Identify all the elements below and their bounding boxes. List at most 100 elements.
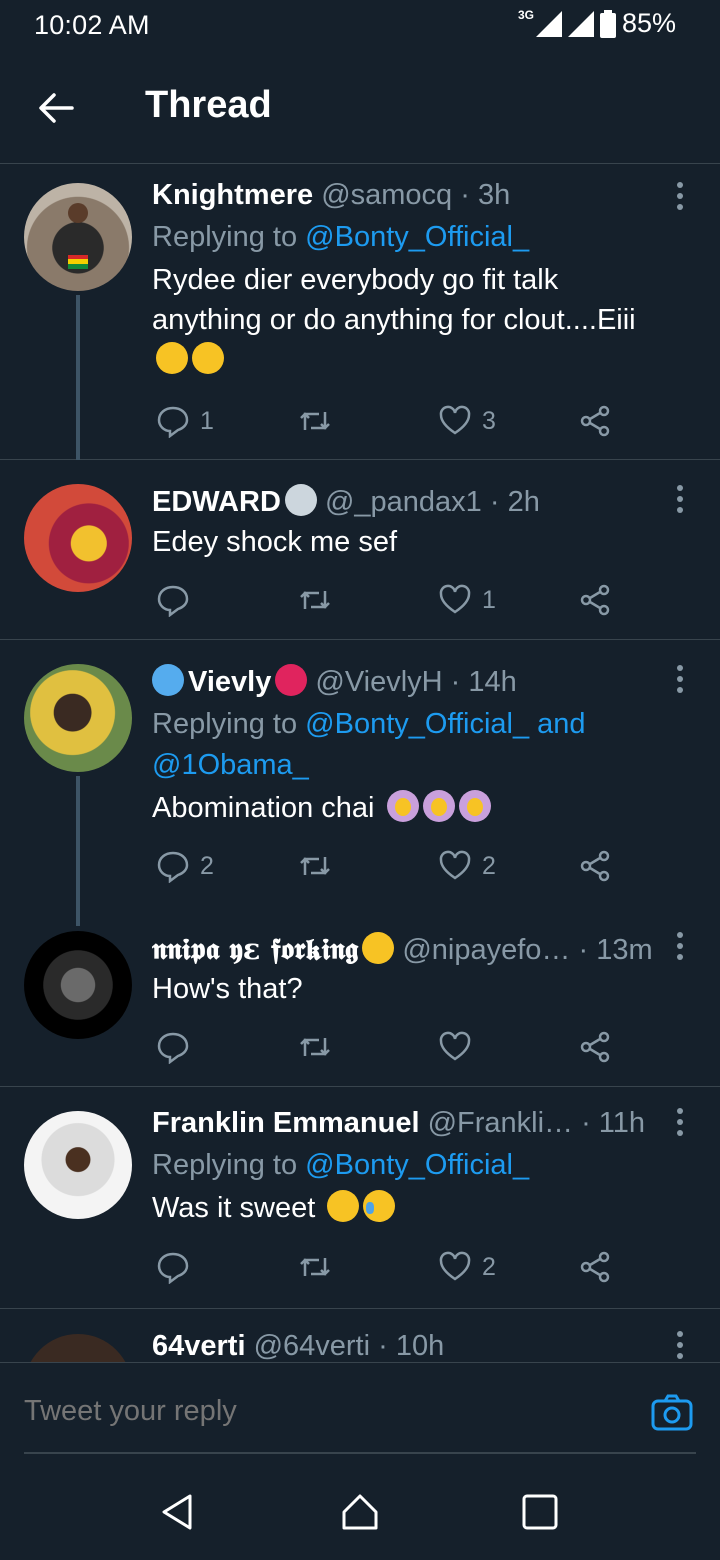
tweet[interactable]: Franklin Emmanuel @Frankli… · 11h Replyi… <box>0 1087 720 1309</box>
avatar[interactable] <box>24 1334 132 1362</box>
handle[interactable]: @samocq <box>321 179 452 211</box>
timestamp: · 13m <box>578 934 653 966</box>
reply-input[interactable] <box>24 1395 584 1428</box>
more-options-icon[interactable] <box>674 1107 686 1137</box>
like-button[interactable]: 2 <box>438 846 496 886</box>
avatar[interactable] <box>24 1111 132 1219</box>
tweet[interactable]: 64verti @64verti · 10h <box>0 1310 720 1362</box>
reply-count: 1 <box>200 406 214 435</box>
butterfly-icon <box>152 664 184 696</box>
display-name[interactable]: 64verti <box>152 1330 246 1362</box>
like-button[interactable]: 2 <box>438 1247 496 1287</box>
handle[interactable]: @nipayefo… <box>402 934 570 966</box>
heart-icon <box>439 584 471 614</box>
more-options-icon[interactable] <box>674 484 686 514</box>
avatar[interactable] <box>24 664 132 772</box>
back-arrow-icon[interactable] <box>34 86 78 130</box>
camera-icon[interactable] <box>650 1391 694 1435</box>
display-name[interactable]: Knightmere <box>152 179 313 211</box>
laughing-tears-icon <box>363 1190 396 1222</box>
handle[interactable]: @_pandax1 <box>325 486 482 518</box>
heart-icon <box>439 405 471 435</box>
eye-roll-icon <box>362 932 395 964</box>
display-name[interactable]: 𝖓𝖓𝖎𝖕𝖆 𝖞ɛ 𝖋𝖔𝖗𝖐𝖎𝖓𝖌 <box>152 932 358 966</box>
tweet[interactable]: Knightmere @samocq · 3h Replying to @Bon… <box>0 165 720 460</box>
retweet-icon <box>300 857 330 875</box>
back-nav-icon[interactable] <box>158 1492 198 1532</box>
network-type: 3G <box>517 7 534 22</box>
heart-emoji-icon <box>275 664 308 696</box>
retweet-button[interactable] <box>298 1027 342 1067</box>
tweet-body: 𝖓𝖓𝖎𝖕𝖆 𝖞ɛ 𝖋𝖔𝖗𝖐𝖎𝖓𝖌 @nipayefo… · 13m How's … <box>152 931 660 1009</box>
alien-icon <box>284 484 317 516</box>
retweet-button[interactable] <box>298 1247 342 1287</box>
tweet-body: Franklin Emmanuel @Frankli… · 11h Replyi… <box>152 1105 660 1228</box>
reply-icon <box>157 1032 189 1064</box>
page-title: Thread <box>145 84 272 126</box>
clock: 10:02 AM <box>34 10 150 40</box>
tweet-actions: 2 <box>152 1247 622 1287</box>
display-name[interactable]: EDWARD <box>152 486 281 518</box>
avatar[interactable] <box>24 484 132 592</box>
share-button[interactable] <box>578 1247 612 1287</box>
avatar[interactable] <box>24 931 132 1039</box>
recents-nav-icon[interactable] <box>520 1492 560 1532</box>
retweet-button[interactable] <box>298 846 342 886</box>
like-button[interactable] <box>438 1027 482 1067</box>
reply-button[interactable] <box>156 580 200 620</box>
timestamp: · 10h <box>378 1330 445 1362</box>
thread-connector <box>76 776 80 926</box>
share-button[interactable] <box>578 846 612 886</box>
battery-icon <box>599 9 616 38</box>
mention-link[interactable]: @Bonty_Official_ <box>305 1149 529 1181</box>
display-name[interactable]: Franklin Emmanuel <box>152 1107 420 1139</box>
share-icon <box>580 850 610 882</box>
tweet[interactable]: Vievly @VievlyH · 14h Replying to @Bonty… <box>0 640 720 926</box>
reply-button[interactable] <box>156 1027 200 1067</box>
like-button[interactable]: 3 <box>438 401 496 441</box>
retweet-icon <box>300 591 330 609</box>
like-count: 1 <box>482 585 496 614</box>
handle[interactable]: @VievlyH <box>315 666 442 698</box>
share-button[interactable] <box>578 1027 612 1067</box>
handle[interactable]: @64verti <box>254 1330 370 1362</box>
tweet-text: Was it sweet <box>152 1188 660 1228</box>
tweet-actions: 1 3 <box>152 401 622 441</box>
thread-connector <box>76 295 80 460</box>
replying-to: Replying to @Bonty_Official_ <box>152 1149 530 1181</box>
handle[interactable]: @Frankli… <box>428 1107 573 1139</box>
avatar[interactable] <box>24 183 132 291</box>
tweet[interactable]: EDWARD @_pandax1 · 2h Edey shock me sef … <box>0 460 720 640</box>
home-nav-icon[interactable] <box>340 1492 380 1532</box>
heart-icon <box>439 850 471 880</box>
mention-link[interactable]: @Bonty_Official_ <box>305 221 529 253</box>
reply-button[interactable]: 1 <box>156 401 214 441</box>
more-options-icon[interactable] <box>674 181 686 211</box>
timestamp: · 3h <box>460 179 511 211</box>
reply-icon <box>157 1252 189 1284</box>
input-underline <box>24 1452 696 1454</box>
retweet-icon <box>300 1258 330 1276</box>
face-palm-icon <box>386 790 419 822</box>
retweet-button[interactable] <box>298 580 342 620</box>
share-button[interactable] <box>578 401 612 441</box>
signal-icon <box>535 10 562 37</box>
reply-icon <box>157 406 189 438</box>
tweet-text: Edey shock me sef <box>152 526 397 558</box>
share-icon <box>580 405 610 437</box>
more-options-icon[interactable] <box>674 1330 686 1360</box>
more-options-icon[interactable] <box>674 931 686 961</box>
tweet[interactable]: 𝖓𝖓𝖎𝖕𝖆 𝖞ɛ 𝖋𝖔𝖗𝖐𝖎𝖓𝖌 @nipayefo… · 13m How's … <box>0 925 720 1087</box>
reply-button[interactable]: 2 <box>156 846 214 886</box>
share-button[interactable] <box>578 580 612 620</box>
more-options-icon[interactable] <box>674 664 686 694</box>
replying-to: Replying to @Bonty_Official_ and @1Obama… <box>152 708 586 781</box>
reply-button[interactable] <box>156 1247 200 1287</box>
retweet-button[interactable] <box>298 401 342 441</box>
signal-icon-2 <box>567 10 594 37</box>
face-palm-icon <box>422 790 455 822</box>
tweet-actions <box>152 1027 622 1067</box>
like-button[interactable]: 1 <box>438 580 496 620</box>
display-name[interactable]: Vievly <box>188 666 271 698</box>
share-icon <box>580 584 610 616</box>
